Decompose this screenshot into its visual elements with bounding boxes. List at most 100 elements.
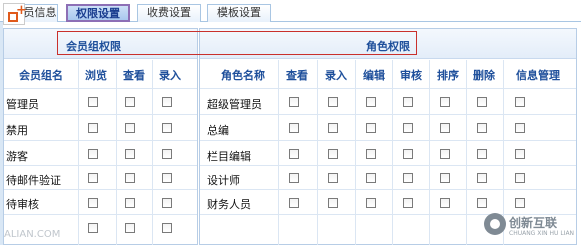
checkbox-role-info-manage[interactable] xyxy=(515,97,525,107)
checkbox-view[interactable] xyxy=(125,149,135,159)
checkbox-browse[interactable] xyxy=(88,123,98,133)
brand-logo-icon xyxy=(484,213,506,235)
row-divider xyxy=(200,189,576,190)
checkbox-role-delete[interactable] xyxy=(477,97,487,107)
tab-member-info[interactable]: 员信息 xyxy=(22,4,58,22)
checkbox-role-view[interactable] xyxy=(289,198,299,208)
checkbox-role-entry[interactable] xyxy=(328,198,338,208)
checkbox-role-info-manage[interactable] xyxy=(515,198,525,208)
role-row-label: 总编 xyxy=(207,124,229,137)
role-row-label: 超级管理员 xyxy=(207,98,262,111)
row-divider xyxy=(4,140,197,141)
checkbox-view[interactable] xyxy=(125,97,135,107)
checkbox-entry[interactable] xyxy=(162,97,172,107)
checkbox-role-sort[interactable] xyxy=(440,149,450,159)
group-row-label: 待邮件验证 xyxy=(6,174,61,187)
checkbox-view[interactable] xyxy=(125,223,135,233)
member-group-panel-title: 会员组权限 xyxy=(66,40,121,53)
checkbox-view[interactable] xyxy=(125,173,135,183)
checkbox-role-entry[interactable] xyxy=(328,97,338,107)
tab-permission-settings[interactable]: 权限设置 xyxy=(66,4,130,22)
add-icon[interactable]: + xyxy=(3,3,27,25)
checkbox-role-entry[interactable] xyxy=(328,123,338,133)
row-divider xyxy=(4,189,197,190)
col-divider xyxy=(466,60,467,245)
col-header-role-info-manage: 信息管理 xyxy=(516,69,560,82)
checkbox-browse[interactable] xyxy=(88,149,98,159)
group-row-label: 游客 xyxy=(6,150,28,163)
col-divider xyxy=(355,60,356,245)
col-divider xyxy=(317,60,318,245)
checkbox-role-review[interactable] xyxy=(403,149,413,159)
checkbox-role-entry[interactable] xyxy=(328,173,338,183)
checkbox-role-view[interactable] xyxy=(289,149,299,159)
brand-subtitle: CHUANG XIN HU LIAN xyxy=(509,230,575,237)
checkbox-role-delete[interactable] xyxy=(477,173,487,183)
group-row-label: 管理员 xyxy=(6,98,39,111)
col-header-entry: 录入 xyxy=(159,69,181,82)
checkbox-entry[interactable] xyxy=(162,123,172,133)
checkbox-browse[interactable] xyxy=(88,198,98,208)
col-header-role-entry: 录入 xyxy=(325,69,347,82)
checkbox-role-view[interactable] xyxy=(289,97,299,107)
checkbox-role-info-manage[interactable] xyxy=(515,149,525,159)
checkbox-role-review[interactable] xyxy=(403,123,413,133)
checkbox-role-sort[interactable] xyxy=(440,198,450,208)
col-header-role-view: 查看 xyxy=(286,69,308,82)
checkbox-role-delete[interactable] xyxy=(477,198,487,208)
checkbox-role-delete[interactable] xyxy=(477,149,487,159)
row-divider xyxy=(200,165,576,166)
checkbox-browse[interactable] xyxy=(88,173,98,183)
checkbox-role-sort[interactable] xyxy=(440,173,450,183)
checkbox-role-edit[interactable] xyxy=(366,198,376,208)
checkbox-role-delete[interactable] xyxy=(477,123,487,133)
row-divider xyxy=(4,114,197,115)
checkbox-entry[interactable] xyxy=(162,173,172,183)
checkbox-role-review[interactable] xyxy=(403,198,413,208)
row-divider xyxy=(200,88,576,89)
checkbox-role-edit[interactable] xyxy=(366,173,376,183)
checkbox-browse[interactable] xyxy=(88,223,98,233)
checkbox-role-review[interactable] xyxy=(403,173,413,183)
row-divider xyxy=(200,114,576,115)
checkbox-role-sort[interactable] xyxy=(440,97,450,107)
checkbox-entry[interactable] xyxy=(162,198,172,208)
row-divider xyxy=(4,214,197,215)
group-row-label: 待审核 xyxy=(6,198,39,211)
checkbox-browse[interactable] xyxy=(88,97,98,107)
col-header-view: 查看 xyxy=(123,69,145,82)
checkbox-role-edit[interactable] xyxy=(366,123,376,133)
tab-template-settings[interactable]: 模板设置 xyxy=(207,4,271,22)
col-divider xyxy=(278,60,279,245)
tab-fee-settings[interactable]: 收费设置 xyxy=(137,4,201,22)
role-panel-title: 角色权限 xyxy=(366,40,410,53)
checkbox-role-entry[interactable] xyxy=(328,149,338,159)
col-header-role-review: 审核 xyxy=(400,69,422,82)
checkbox-role-info-manage[interactable] xyxy=(515,173,525,183)
checkbox-role-info-manage[interactable] xyxy=(515,123,525,133)
role-row-label: 财务人员 xyxy=(207,198,251,211)
member-group-panel-header: 会员组权限 xyxy=(4,29,197,59)
checkbox-entry[interactable] xyxy=(162,149,172,159)
row-divider xyxy=(4,88,197,89)
col-divider xyxy=(152,60,153,245)
checkbox-role-review[interactable] xyxy=(403,97,413,107)
col-divider xyxy=(78,60,79,245)
checkbox-role-view[interactable] xyxy=(289,123,299,133)
checkbox-role-edit[interactable] xyxy=(366,149,376,159)
col-header-group-name: 会员组名 xyxy=(19,69,63,82)
role-row-label: 栏目编辑 xyxy=(207,150,251,163)
role-panel-header: 角色权限 xyxy=(200,29,576,59)
add-icon-plus: + xyxy=(16,3,27,18)
checkbox-view[interactable] xyxy=(125,123,135,133)
checkbox-role-sort[interactable] xyxy=(440,123,450,133)
row-divider xyxy=(200,140,576,141)
col-header-role-name: 角色名称 xyxy=(221,69,265,82)
checkbox-view[interactable] xyxy=(125,198,135,208)
role-row-label: 设计师 xyxy=(207,174,240,187)
checkbox-role-view[interactable] xyxy=(289,173,299,183)
checkbox-role-edit[interactable] xyxy=(366,97,376,107)
col-header-role-edit: 编辑 xyxy=(363,69,385,82)
col-header-browse: 浏览 xyxy=(85,69,107,82)
checkbox-entry[interactable] xyxy=(162,223,172,233)
